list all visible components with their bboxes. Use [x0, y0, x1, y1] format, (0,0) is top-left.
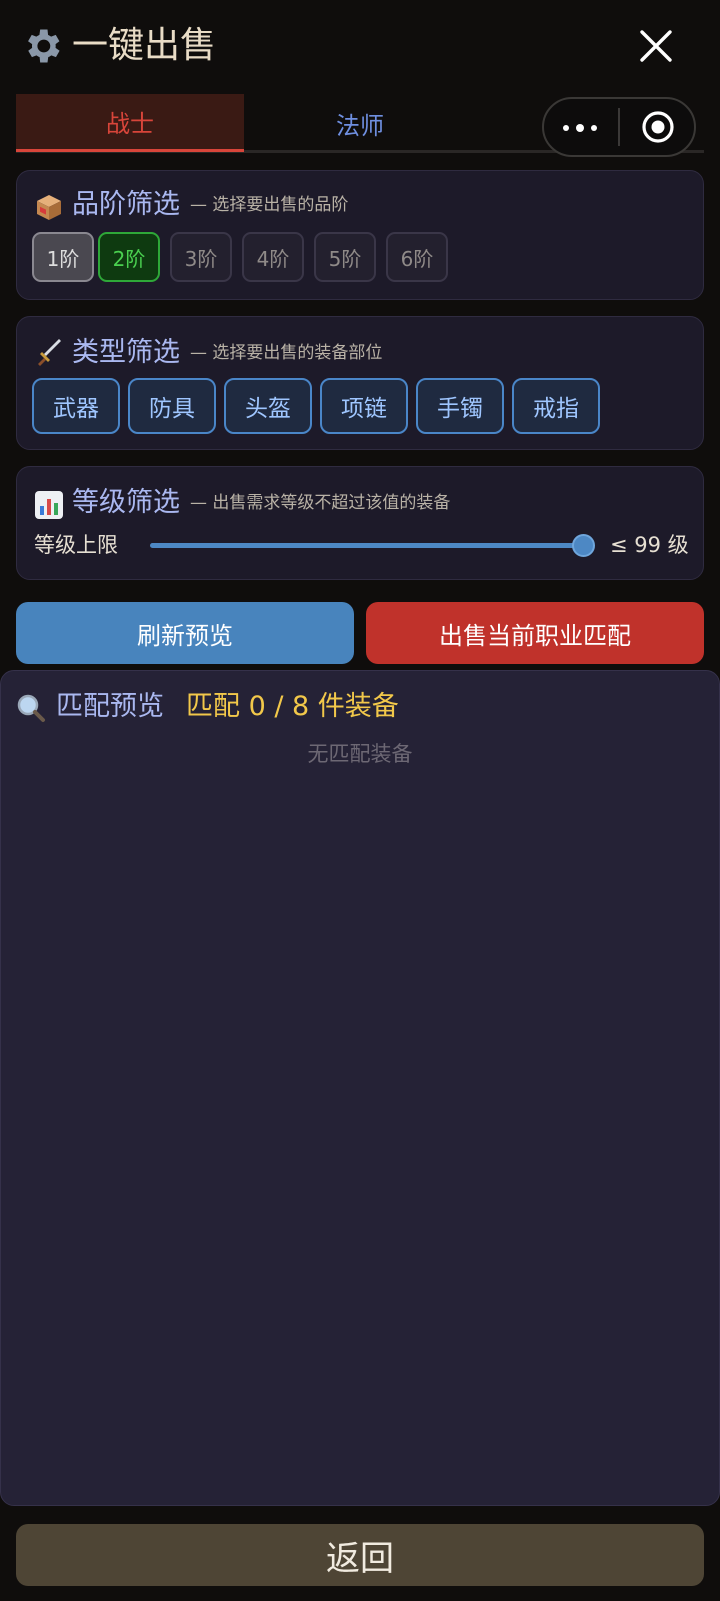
type-chip-armor[interactable]: 防具: [128, 378, 216, 434]
close-icon[interactable]: [636, 26, 676, 66]
target-icon[interactable]: [641, 110, 675, 144]
type-filter-subtitle: — 选择要出售的装备部位: [190, 343, 383, 363]
type-chip-bracelet[interactable]: 手镯: [416, 378, 504, 434]
dagger-icon: [38, 339, 61, 366]
type-chip-ring[interactable]: 戒指: [512, 378, 600, 434]
back-button[interactable]: 返回: [16, 1524, 704, 1586]
level-limit-label: 等级上限: [34, 533, 118, 557]
type-filter-title: 类型筛选: [72, 337, 180, 368]
level-filter-panel: [16, 466, 704, 580]
more-icon[interactable]: [562, 124, 598, 132]
type-chip-weapon[interactable]: 武器: [32, 378, 120, 434]
refresh-preview-button[interactable]: 刷新预览: [16, 602, 354, 664]
level-filter-title: 等级筛选: [72, 487, 180, 518]
type-chip-helmet[interactable]: 头盔: [224, 378, 312, 434]
type-chip-necklace[interactable]: 项链: [320, 378, 408, 434]
quality-filter-subtitle: — 选择要出售的品阶: [190, 195, 349, 215]
page-title: 一键出售: [72, 25, 217, 66]
match-preview-title: 匹配预览: [56, 691, 164, 722]
tier-chip-1[interactable]: 1阶: [32, 232, 94, 282]
quality-filter-title: 品阶筛选: [72, 189, 180, 220]
level-slider-thumb[interactable]: [572, 534, 595, 557]
sell-matched-button[interactable]: 出售当前职业匹配: [366, 602, 704, 664]
tier-chip-2[interactable]: 2阶: [98, 232, 160, 282]
tier-chip-3[interactable]: 3阶: [170, 232, 232, 282]
tab-warrior[interactable]: 战士: [16, 94, 244, 152]
gear-icon: [28, 29, 60, 63]
package-icon: [37, 195, 61, 220]
tier-chip-6[interactable]: 6阶: [386, 232, 448, 282]
level-slider-track[interactable]: [150, 543, 582, 548]
match-count: 匹配 0 / 8 件装备: [186, 691, 399, 722]
level-filter-subtitle: — 出售需求等级不超过该值的装备: [190, 493, 451, 513]
tier-chip-4[interactable]: 4阶: [242, 232, 304, 282]
tier-chip-5[interactable]: 5阶: [314, 232, 376, 282]
capsule-divider: [618, 108, 620, 146]
magnifier-icon: [17, 694, 45, 722]
bar-chart-icon: [35, 491, 63, 519]
level-limit-value: ≤ 99 级: [610, 533, 689, 557]
match-preview-panel: [0, 670, 720, 1506]
empty-state-text: 无匹配装备: [307, 742, 413, 766]
tab-mage[interactable]: 法师: [246, 94, 474, 152]
